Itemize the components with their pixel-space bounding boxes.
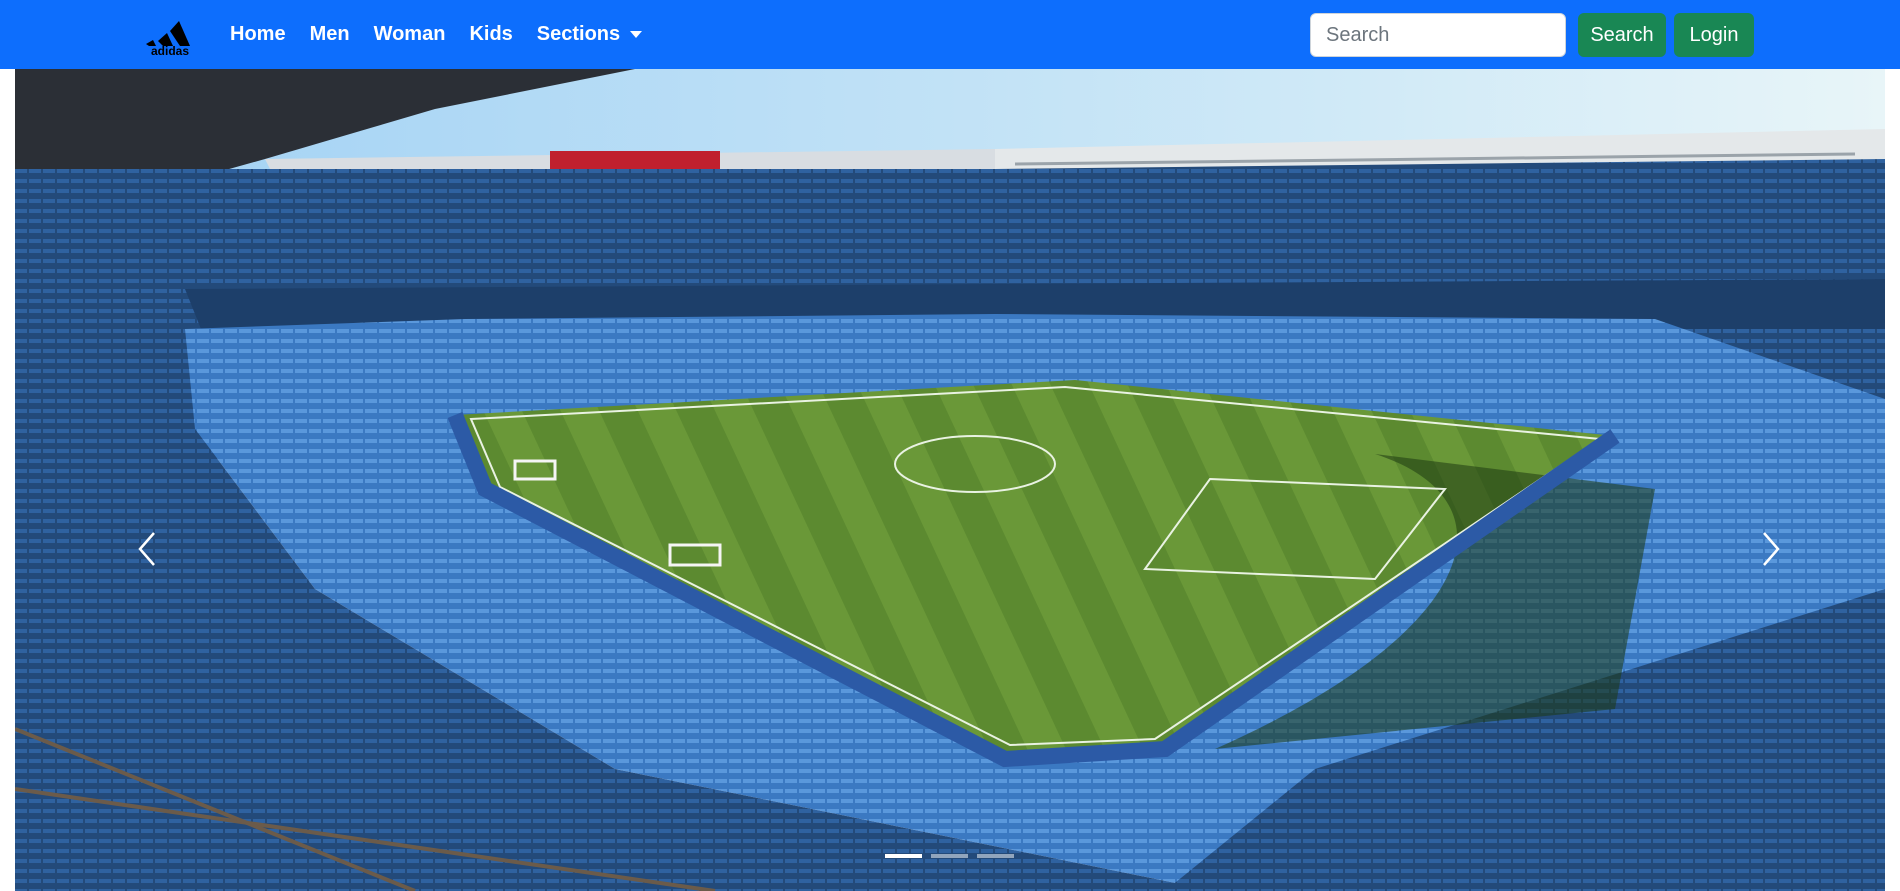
carousel-next-button[interactable] xyxy=(1751,509,1791,589)
carousel-indicator-1[interactable] xyxy=(885,854,922,858)
brand-wordmark: adidas xyxy=(151,44,189,57)
nav-sections-dropdown[interactable]: Sections xyxy=(536,23,643,46)
chevron-left-icon xyxy=(138,532,155,566)
carousel-indicators xyxy=(885,854,1023,858)
search-input[interactable] xyxy=(1310,13,1566,57)
hero-carousel xyxy=(15,69,1885,891)
nav-kids[interactable]: Kids xyxy=(469,23,512,46)
nav-home[interactable]: Home xyxy=(230,23,286,46)
login-button[interactable]: Login xyxy=(1674,13,1754,57)
search-button[interactable]: Search xyxy=(1578,13,1666,57)
adidas-logo-icon: adidas xyxy=(146,21,190,57)
nav-links: Home Men Woman Kids Sections xyxy=(230,0,666,69)
chevron-down-icon xyxy=(630,31,643,38)
nav-sections-label: Sections xyxy=(536,23,621,45)
chevron-right-icon xyxy=(1763,532,1780,566)
carousel-prev-button[interactable] xyxy=(127,509,167,589)
carousel-indicator-3[interactable] xyxy=(977,854,1014,858)
nav-woman[interactable]: Woman xyxy=(374,23,446,46)
carousel-indicator-2[interactable] xyxy=(931,854,968,858)
adidas-logo[interactable]: adidas xyxy=(142,17,198,57)
nav-men[interactable]: Men xyxy=(310,23,350,46)
stadium-image xyxy=(15,69,1885,891)
navbar: adidas Home Men Woman Kids Sections Sear… xyxy=(0,0,1900,69)
